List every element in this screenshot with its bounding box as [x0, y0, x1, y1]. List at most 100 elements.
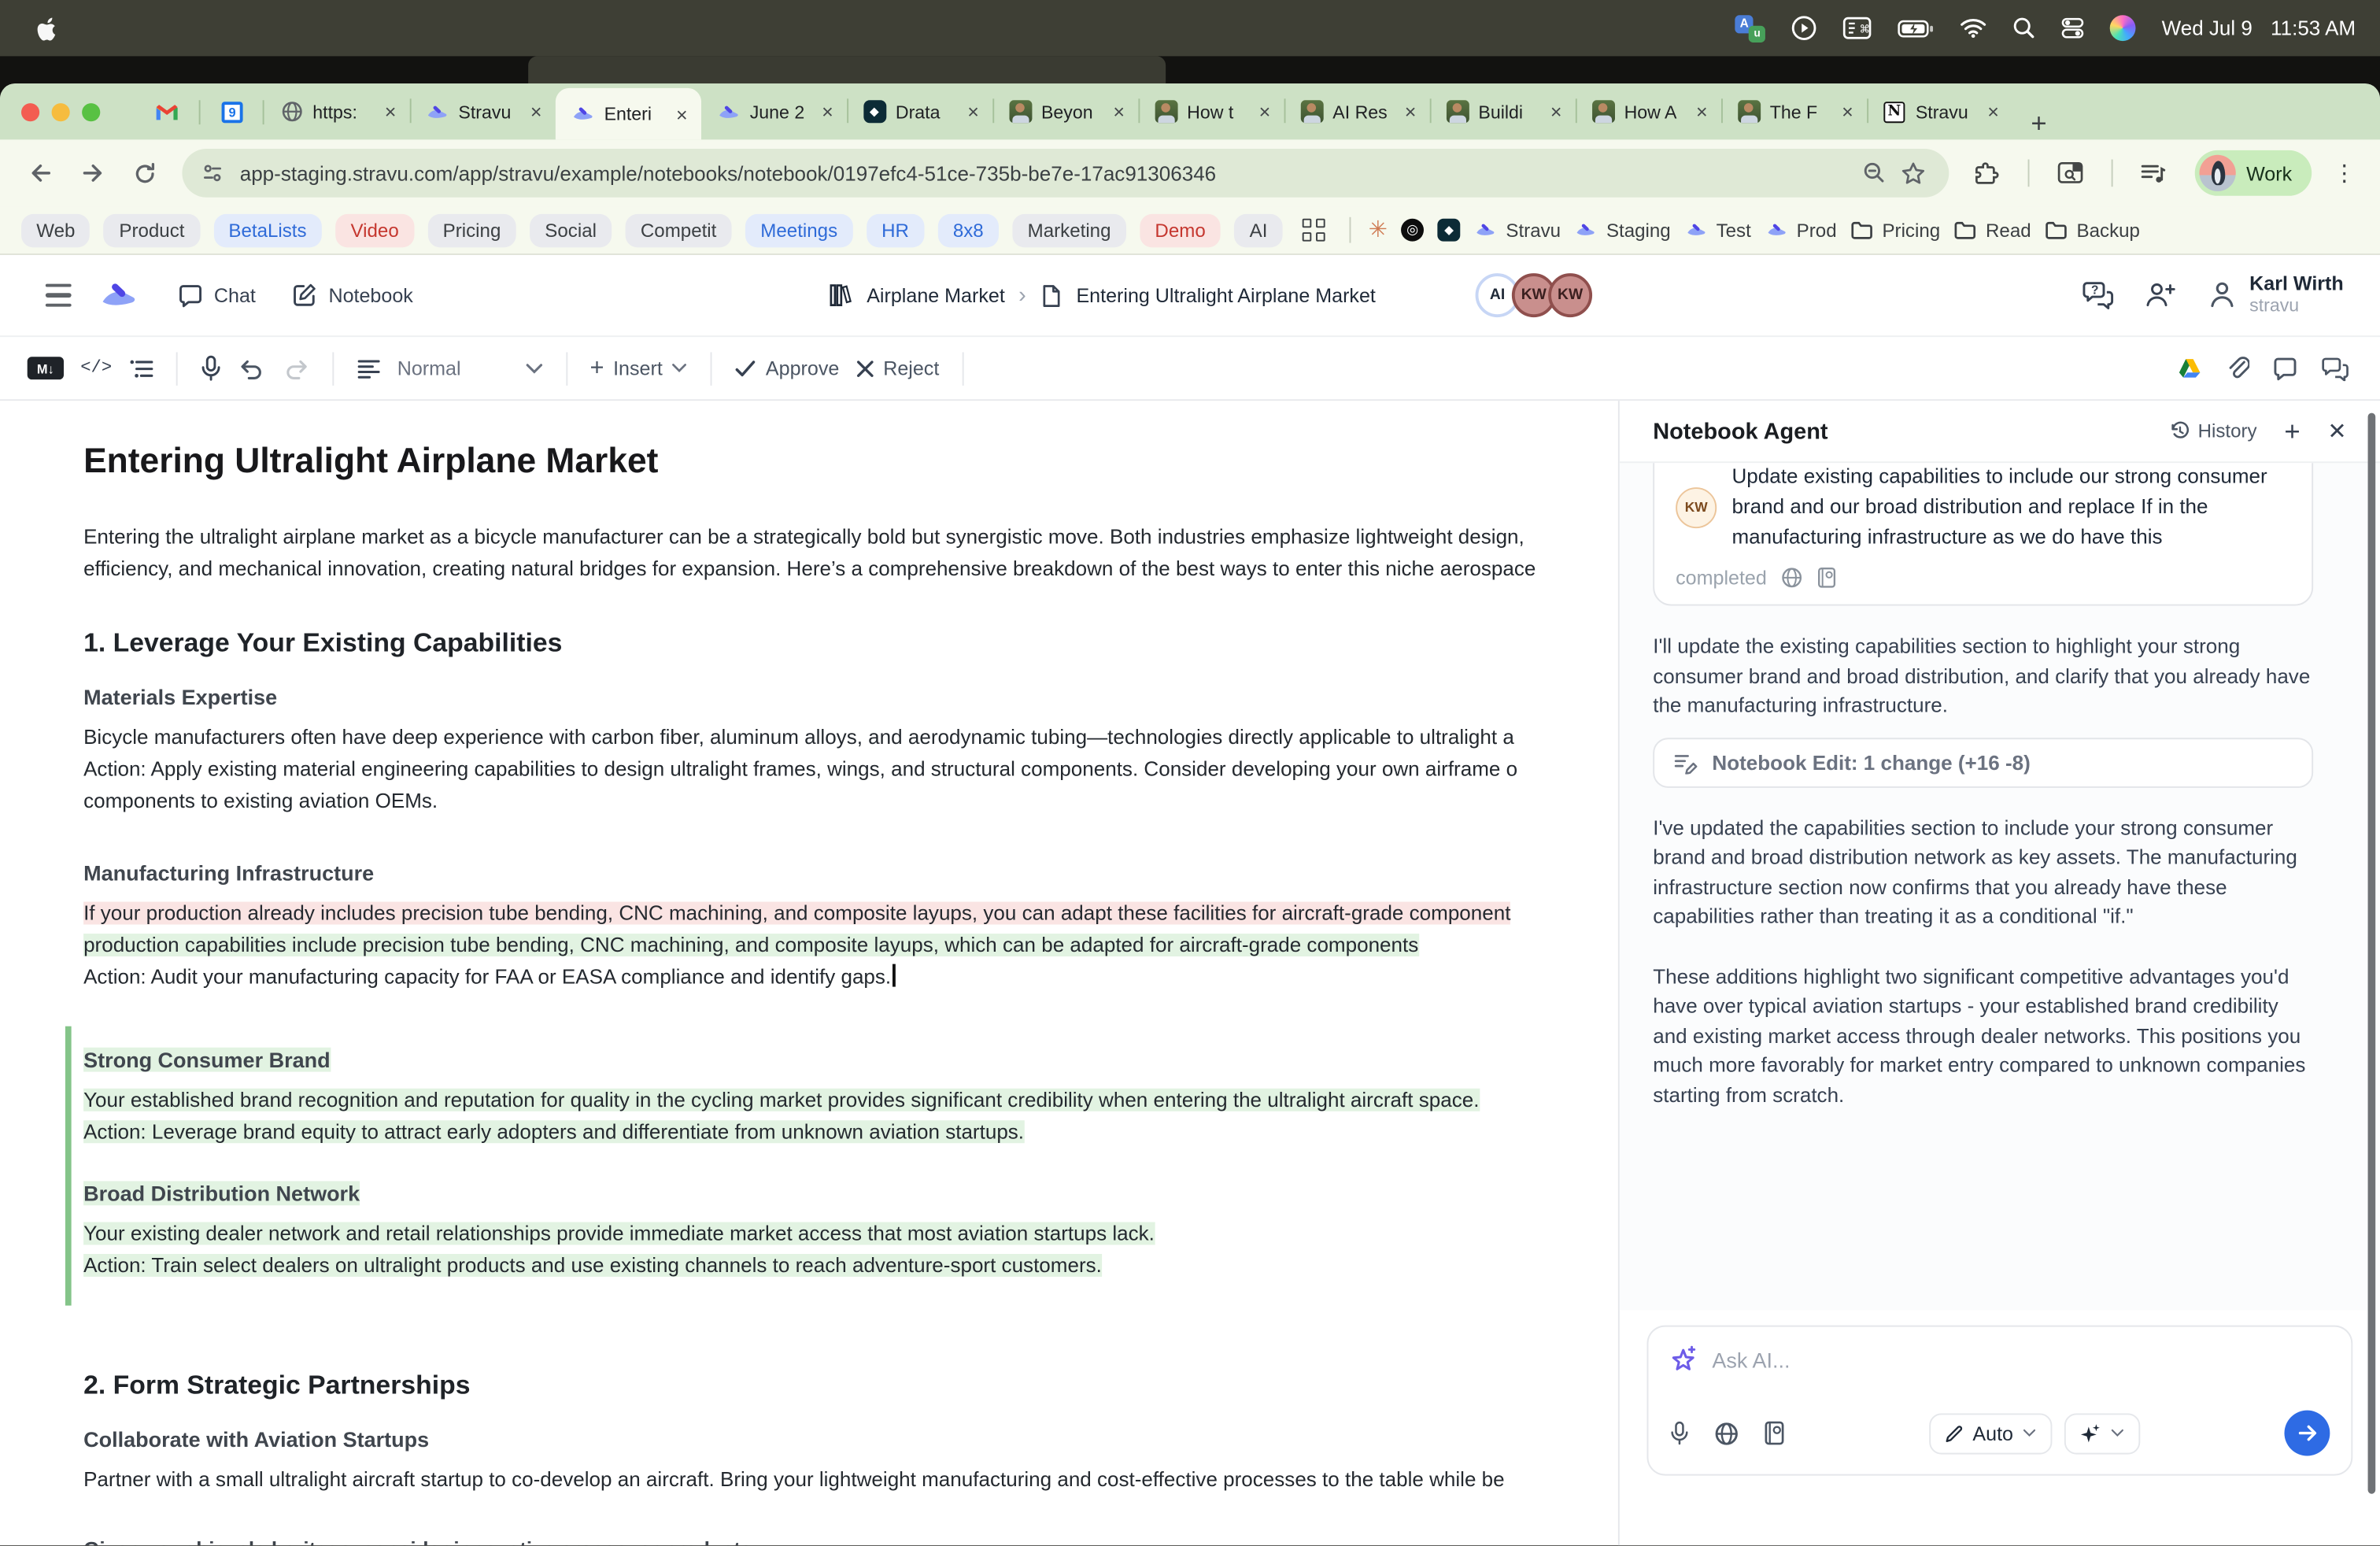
control-center-icon[interactable]	[2061, 17, 2084, 39]
redo-icon[interactable]	[282, 356, 309, 380]
apple-menu-icon[interactable]	[36, 16, 57, 40]
bookmark-chip[interactable]: HR	[867, 213, 924, 246]
new-tab-button[interactable]: +	[2012, 108, 2065, 139]
play-circle-icon[interactable]	[1791, 15, 1817, 41]
bookmark-item[interactable]: Pricing	[1850, 220, 1940, 241]
menubar-clock[interactable]: Wed Jul 9 11:53 AM	[2162, 17, 2356, 39]
zoom-out-page-icon[interactable]	[1855, 153, 1894, 193]
agent-messages[interactable]: KW Update existing capabilities to inclu…	[1620, 461, 2380, 1310]
pinned-tab-gmail[interactable]	[134, 94, 201, 130]
drive-sync-icon[interactable]	[2177, 357, 2203, 379]
browser-tab[interactable]: How A ×	[1576, 83, 1721, 139]
wifi-icon[interactable]	[1960, 18, 1987, 38]
nav-notebook[interactable]: Notebook	[292, 283, 413, 309]
bookmark-chip[interactable]: Competit	[626, 213, 732, 246]
spotlight-search-icon[interactable]	[2013, 17, 2036, 39]
insert-button[interactable]: + Insert	[589, 354, 688, 382]
window-switcher-icon[interactable]: ⌘	[1843, 17, 1872, 39]
code-view-icon[interactable]: </>	[80, 358, 112, 378]
omnibox[interactable]: app-staging.stravu.com/app/stravu/exampl…	[182, 149, 1949, 198]
browser-tab[interactable]: https: ×	[264, 83, 410, 139]
new-chat-button[interactable]: +	[2284, 415, 2300, 447]
presence-avatar[interactable]: KW	[1548, 273, 1592, 317]
bookmark-star-icon[interactable]	[1894, 153, 1934, 193]
approve-button[interactable]: Approve	[735, 357, 839, 379]
add-user-icon[interactable]	[2145, 282, 2177, 309]
attachment-icon[interactable]	[2225, 355, 2249, 381]
paragraph-style-dropdown[interactable]: Normal	[397, 357, 543, 379]
current-user[interactable]: Karl Wirth stravu	[2207, 273, 2344, 316]
web-search-icon[interactable]	[1713, 1420, 1739, 1446]
browser-tab[interactable]: N Stravu ×	[1867, 83, 2012, 139]
close-window-button[interactable]	[21, 102, 39, 120]
nav-chat[interactable]: Chat	[178, 283, 256, 308]
breadcrumb-workspace[interactable]: Airplane Market	[867, 284, 1005, 307]
undo-icon[interactable]	[238, 356, 265, 380]
tab-close-icon[interactable]: ×	[1111, 100, 1128, 123]
siri-icon[interactable]	[2110, 15, 2136, 41]
pinned-tab-calendar[interactable]: 9	[201, 94, 264, 130]
tab-close-icon[interactable]: ×	[673, 102, 690, 125]
bookmark-chip[interactable]: Pricing	[427, 213, 516, 246]
bookmark-openai[interactable]: ◎	[1401, 219, 1424, 242]
apps-grid-icon[interactable]	[1303, 219, 1325, 241]
bookmark-chip[interactable]: Video	[335, 213, 414, 246]
bookmark-chip[interactable]: BetaLists	[213, 213, 322, 246]
tab-close-icon[interactable]: ×	[1547, 100, 1565, 123]
markdown-icon[interactable]: M↓	[28, 357, 64, 379]
minimize-window-button[interactable]	[52, 102, 70, 120]
microphone-icon[interactable]	[200, 355, 221, 381]
outline-icon[interactable]	[128, 357, 153, 379]
bookmark-chip[interactable]: AI	[1234, 213, 1282, 246]
comment-icon[interactable]	[2272, 356, 2298, 380]
tab-close-icon[interactable]: ×	[964, 100, 981, 123]
tab-close-icon[interactable]: ×	[527, 100, 545, 123]
bookmark-chip[interactable]: Marketing	[1012, 213, 1125, 246]
browser-tab[interactable]: Buildi ×	[1430, 83, 1576, 139]
bookmark-chip[interactable]: Social	[530, 213, 612, 246]
bookmark-chip[interactable]: Demo	[1140, 213, 1221, 246]
voice-input-icon[interactable]	[1669, 1421, 1689, 1445]
bookmark-chip[interactable]: Meetings	[745, 213, 852, 246]
battery-icon[interactable]	[1898, 19, 1934, 37]
hamburger-menu-icon[interactable]	[46, 283, 72, 306]
browser-tab[interactable]: Enteri ×	[556, 88, 701, 140]
bookmark-chip[interactable]: Web	[21, 213, 91, 246]
tab-close-icon[interactable]: ×	[1256, 100, 1273, 123]
knowledge-book-icon[interactable]	[1764, 1421, 1785, 1445]
browser-tab[interactable]: June 2 ×	[701, 83, 847, 139]
reject-button[interactable]: Reject	[856, 357, 940, 379]
tab-close-icon[interactable]: ×	[382, 100, 399, 123]
comments-panel-icon[interactable]	[2321, 356, 2350, 380]
forward-button[interactable]	[67, 147, 119, 199]
browser-tab[interactable]: The F ×	[1721, 83, 1867, 139]
browser-tab[interactable]: Beyon ×	[992, 83, 1138, 139]
bookmark-item[interactable]: Staging	[1574, 219, 1670, 242]
notebook-edit-card[interactable]: Notebook Edit: 1 change (+16 -8)	[1653, 737, 2313, 787]
bookmark-claude[interactable]: ✳	[1369, 219, 1388, 242]
bookmark-chip[interactable]: 8x8	[938, 213, 999, 246]
bookmark-item[interactable]: Stravu	[1474, 219, 1561, 242]
feedback-chat-icon[interactable]: ?	[2081, 281, 2114, 310]
close-panel-button[interactable]: ✕	[2327, 417, 2346, 445]
tab-close-icon[interactable]: ×	[1693, 100, 1710, 123]
stravu-logo[interactable]	[95, 276, 141, 315]
bookmark-item[interactable]: Backup	[2045, 220, 2140, 241]
page-scrollbar[interactable]	[2368, 413, 2376, 1494]
extensions-icon[interactable]	[1961, 147, 2013, 199]
browser-tab[interactable]: AI Res ×	[1284, 83, 1430, 139]
browser-tab[interactable]: Stravu ×	[410, 83, 556, 139]
tab-close-icon[interactable]: ×	[1402, 100, 1419, 123]
bookmark-drata[interactable]: ◆	[1438, 219, 1461, 242]
chrome-profile-chip[interactable]: Work	[2195, 150, 2312, 196]
tab-close-icon[interactable]: ×	[1839, 100, 1856, 123]
paragraph-format-icon[interactable]	[357, 357, 381, 379]
bookmark-item[interactable]: Prod	[1765, 219, 1836, 242]
history-button[interactable]: History	[2169, 420, 2257, 442]
notebook-document[interactable]: Entering Ultralight Airplane Market Ente…	[0, 401, 1618, 1545]
browser-tab[interactable]: How t ×	[1138, 83, 1284, 139]
breadcrumb-page[interactable]: Entering Ultralight Airplane Market	[1076, 284, 1375, 307]
translate-icon[interactable]: Au	[1735, 14, 1766, 42]
tab-close-icon[interactable]: ×	[1984, 100, 2001, 123]
browser-tab[interactable]: ◆ Drata ×	[847, 83, 992, 139]
